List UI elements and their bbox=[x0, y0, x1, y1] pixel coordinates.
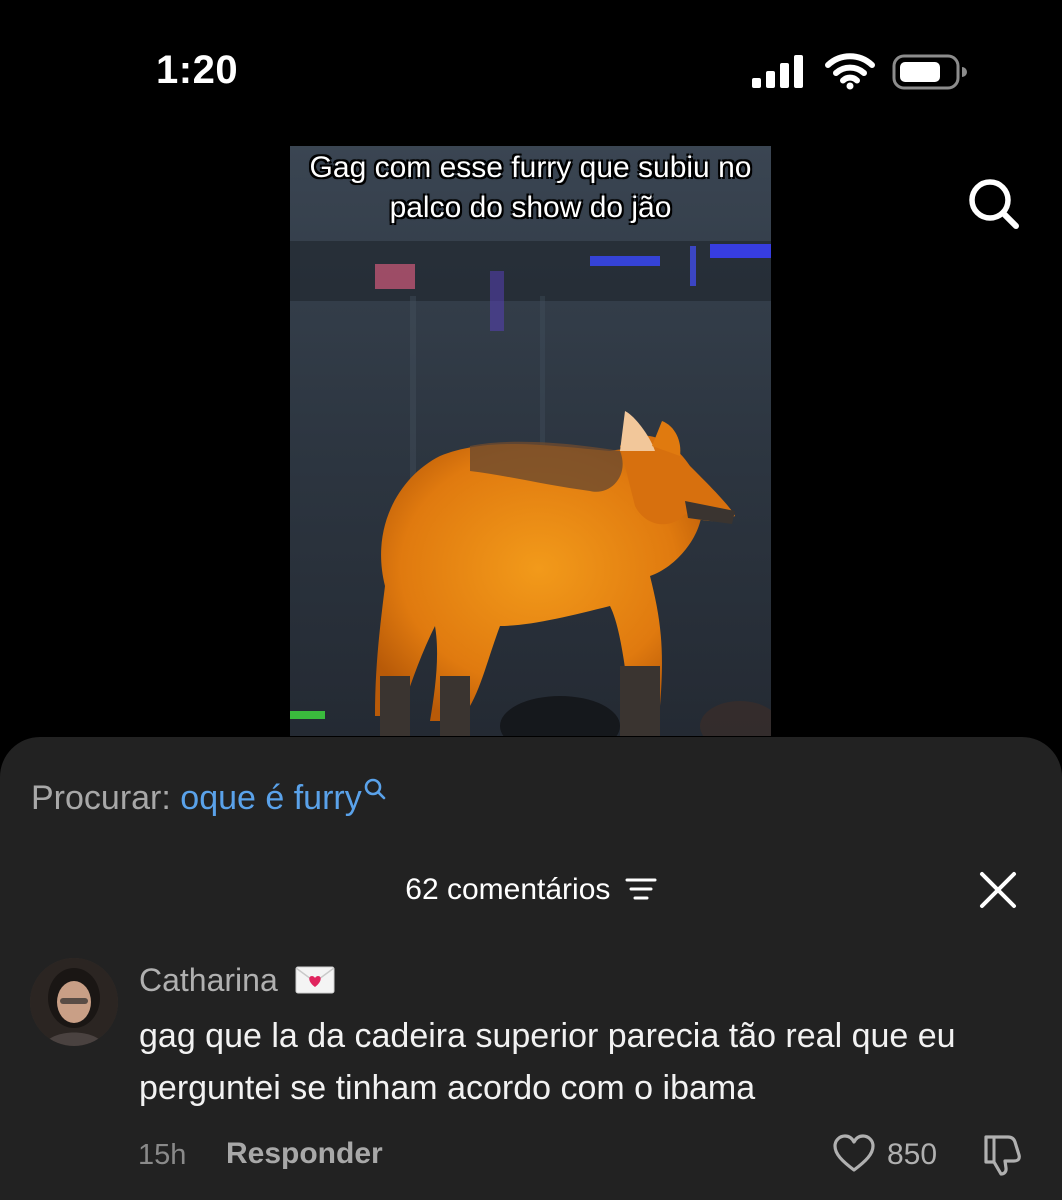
battery-icon bbox=[892, 54, 967, 90]
sort-icon[interactable] bbox=[625, 876, 657, 902]
avatar-image bbox=[30, 958, 118, 1046]
like-count: 850 bbox=[887, 1138, 938, 1171]
comment-author-name[interactable]: Catharina bbox=[139, 962, 278, 998]
close-icon[interactable] bbox=[978, 870, 1018, 910]
cellular-signal-icon bbox=[752, 55, 803, 88]
search-suggestion[interactable]: Procurar: oque é furry bbox=[31, 777, 388, 819]
heart-icon[interactable] bbox=[832, 1134, 876, 1174]
search-suggestion-label: Procurar: bbox=[31, 779, 171, 817]
comment-author[interactable]: Catharina bbox=[139, 960, 335, 1000]
video-frame bbox=[290, 146, 771, 736]
comment-text: gag que la da cadeira superior parecia t… bbox=[139, 1017, 956, 1107]
reply-button[interactable]: Responder bbox=[226, 1134, 383, 1174]
video-player[interactable]: Gag com esse furry que subiu no palco do… bbox=[290, 146, 771, 736]
comments-header: 62 comentários bbox=[0, 870, 1062, 910]
video-caption: Gag com esse furry que subiu no palco do… bbox=[309, 151, 752, 224]
love-letter-emoji-icon bbox=[295, 966, 335, 994]
status-time: 1:20 bbox=[156, 48, 239, 92]
search-icon bbox=[364, 778, 386, 800]
comment-timestamp: 15h bbox=[138, 1139, 187, 1171]
search-icon[interactable] bbox=[964, 174, 1024, 234]
search-suggestion-query[interactable]: oque é furry bbox=[180, 779, 361, 817]
wifi-icon bbox=[825, 53, 875, 90]
avatar[interactable] bbox=[30, 958, 118, 1046]
comments-count: 62 comentários bbox=[405, 873, 611, 906]
thumbs-down-icon[interactable] bbox=[978, 1131, 1024, 1177]
